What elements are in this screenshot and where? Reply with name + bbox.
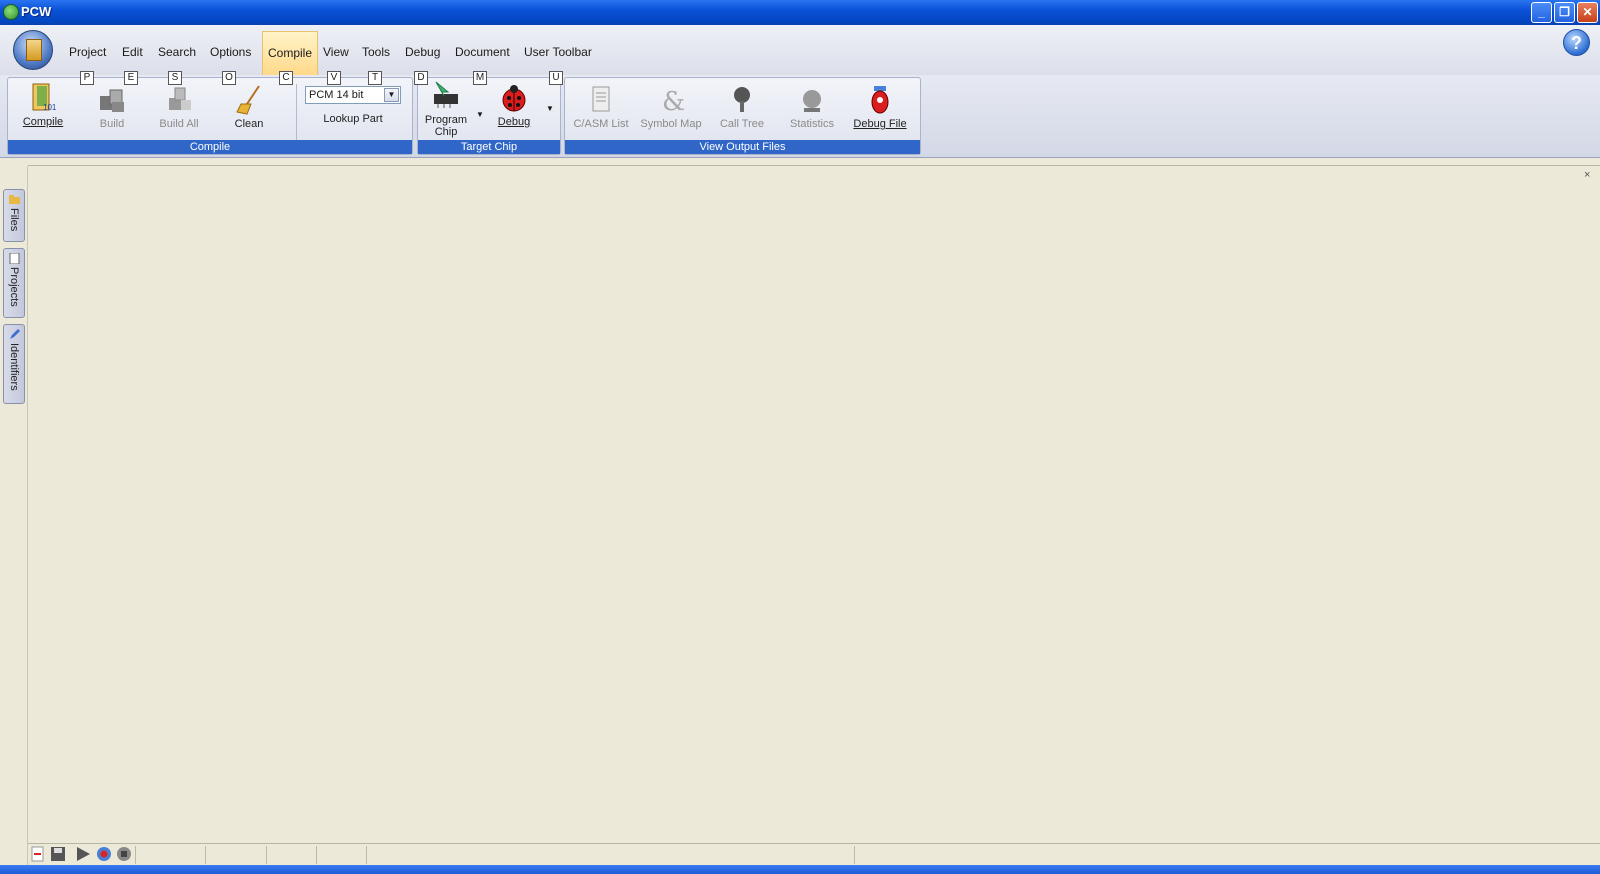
keytip-compile: C: [279, 71, 293, 85]
program-chip-dropdown-arrow-icon[interactable]: ▼: [476, 110, 484, 119]
debug-file-icon: [864, 84, 896, 116]
stop-macro-icon[interactable]: [116, 846, 132, 862]
svg-text:&: &: [662, 87, 685, 116]
tab-view[interactable]: View: [323, 45, 349, 59]
broom-icon: [233, 84, 265, 116]
tab-project[interactable]: Project: [69, 45, 106, 59]
status-cell-divider: [316, 846, 317, 864]
status-cell-divider: [366, 846, 367, 864]
help-button[interactable]: ?: [1563, 29, 1590, 56]
close-button[interactable]: ✕: [1577, 2, 1598, 23]
folder-icon: [9, 194, 20, 205]
record-macro-icon[interactable]: [96, 846, 112, 862]
tab-tools[interactable]: Tools: [362, 45, 390, 59]
side-panel-tabs: Files Projects Identifiers: [0, 166, 28, 874]
compile-button[interactable]: 101 Compile: [18, 82, 68, 128]
compile-icon: 101: [27, 82, 59, 114]
document-icon: [9, 252, 20, 265]
keytip-tools: T: [368, 71, 382, 85]
clean-button[interactable]: Clean: [228, 84, 270, 130]
symbol-map-button[interactable]: & Symbol Map: [638, 84, 704, 130]
compiler-select-value: PCM 14 bit: [309, 89, 364, 101]
lookup-part-button[interactable]: Lookup Part: [318, 113, 388, 125]
tree-icon: [726, 84, 758, 116]
os-taskbar: [0, 865, 1600, 874]
keytip-debug: D: [414, 71, 428, 85]
tab-debug[interactable]: Debug: [405, 45, 440, 59]
application-menu-button[interactable]: [13, 30, 53, 70]
list-document-icon: [585, 84, 617, 116]
keytip-document: M: [473, 71, 487, 85]
pencil-icon: [9, 329, 20, 340]
minimize-button[interactable]: _: [1531, 2, 1552, 23]
keytip-options: O: [222, 71, 236, 85]
compile-group-separator: [296, 84, 297, 140]
play-macro-icon[interactable]: [75, 846, 91, 862]
tab-options[interactable]: Options: [210, 45, 251, 59]
sidebar-tab-identifiers[interactable]: Identifiers: [3, 324, 25, 404]
status-bar: [28, 843, 1600, 865]
sidebar-tab-files[interactable]: Files: [3, 189, 25, 242]
sidebar-tab-projects[interactable]: Projects: [3, 248, 25, 318]
compiler-select[interactable]: PCM 14 bit ▼: [305, 86, 401, 104]
ladybug-icon: [498, 82, 530, 114]
keytip-user-toolbar: U: [549, 71, 563, 85]
target-chip-group-label: Target Chip: [418, 140, 560, 154]
call-tree-button[interactable]: Call Tree: [716, 84, 768, 130]
app-icon[interactable]: [3, 4, 19, 20]
restore-button[interactable]: ❐: [1554, 2, 1575, 23]
program-chip-button[interactable]: Program Chip: [421, 80, 471, 138]
build-all-button[interactable]: Build All: [154, 84, 204, 130]
debug-dropdown-arrow-icon[interactable]: ▼: [546, 104, 554, 113]
statistics-globe-icon: [796, 84, 828, 116]
compile-group-label: Compile: [8, 140, 412, 154]
build-button[interactable]: Build: [90, 84, 134, 130]
tab-document[interactable]: Document: [455, 45, 510, 59]
tab-compile[interactable]: Compile: [262, 31, 319, 75]
keytip-view: V: [327, 71, 341, 85]
status-cell-divider: [135, 846, 136, 864]
status-cell-divider: [205, 846, 206, 864]
debug-file-button[interactable]: Debug File: [851, 84, 909, 130]
svg-text:101: 101: [43, 103, 57, 112]
keytip-project: P: [80, 71, 94, 85]
build-blocks-icon: [96, 84, 128, 116]
view-output-files-group-label: View Output Files: [565, 140, 920, 154]
tab-search[interactable]: Search: [158, 45, 196, 59]
keytip-edit: E: [124, 71, 138, 85]
document-icon: [26, 39, 42, 61]
title-bar: PCW _ ❐ ✕: [0, 0, 1600, 25]
statistics-button[interactable]: Statistics: [786, 84, 838, 130]
status-cell-divider: [266, 846, 267, 864]
dropdown-arrow-icon[interactable]: ▼: [384, 88, 399, 102]
tab-edit[interactable]: Edit: [122, 45, 143, 59]
tab-user-toolbar[interactable]: User Toolbar: [524, 45, 592, 59]
status-cell-divider: [854, 846, 855, 864]
window-title: PCW: [21, 4, 52, 19]
close-workspace-icon[interactable]: ×: [1584, 169, 1590, 181]
ampersand-icon: &: [655, 84, 687, 117]
program-chip-icon: [430, 80, 462, 112]
debug-button[interactable]: Debug: [494, 82, 534, 128]
casm-list-button[interactable]: C/ASM List: [572, 84, 630, 130]
save-macro-icon[interactable]: [50, 846, 66, 862]
new-macro-icon[interactable]: [30, 846, 46, 862]
keytip-search: S: [168, 71, 182, 85]
build-all-blocks-icon: [163, 84, 195, 116]
editor-workspace[interactable]: [28, 165, 1600, 843]
